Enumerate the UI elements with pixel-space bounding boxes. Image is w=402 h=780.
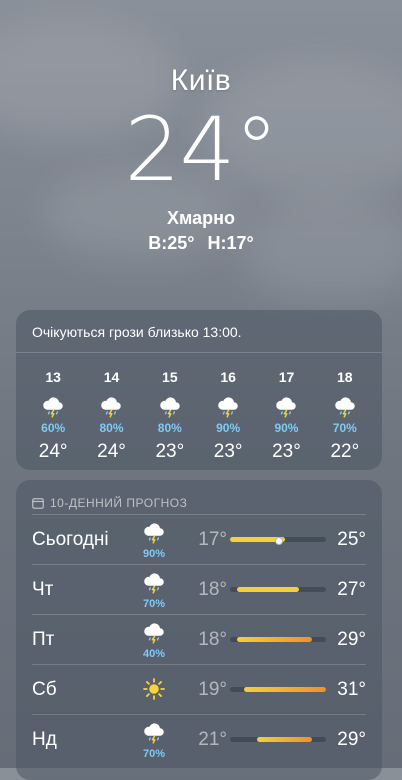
hour-label: 18 (337, 369, 353, 385)
hour-item: 17 90% 23° (257, 369, 315, 463)
sun-icon (136, 677, 172, 706)
day-label: Пт (32, 629, 55, 650)
hour-temperature: 23° (213, 441, 243, 462)
city-name: Київ (170, 64, 232, 97)
precip-chance: 70% (332, 421, 357, 435)
storm-alert-text: Очікуються грози близько 13:00. (16, 310, 382, 353)
current-temperature-indicator (275, 536, 283, 545)
thunderstorm-cloud-icon (136, 719, 172, 750)
high-temperature: 25° (337, 529, 366, 550)
temperature-range-fill (243, 687, 326, 692)
hourly-list[interactable]: 13 60% 24° 14 80% 24° 15 80% 23° 16 90% … (16, 369, 382, 463)
precip-chance: 60% (41, 421, 66, 435)
low-temperature: 18° (198, 579, 227, 600)
hour-temperature: 24° (97, 441, 126, 462)
temperature-range-bar (230, 587, 326, 592)
hour-item: 13 60% 24° (24, 369, 82, 463)
high-temperature: 31° (337, 679, 366, 700)
thunderstorm-cloud-icon (316, 391, 374, 419)
hour-label: 13 (45, 369, 61, 385)
hour-label: 17 (278, 369, 295, 385)
thunderstorm-cloud-icon (82, 391, 140, 419)
day-label: Чт (32, 579, 54, 600)
high-temperature: 29° (337, 629, 366, 650)
temperature-range-fill (236, 637, 313, 642)
hour-label: 16 (220, 369, 236, 385)
current-weather-header: Київ 24° Хмарно В:25° Н:17° (0, 64, 402, 254)
temperature-range-bar (230, 536, 326, 545)
weather-condition: Хмарно (167, 208, 235, 228)
temperature-range-fill (236, 587, 299, 592)
day-row[interactable]: Сб 19° 31° (32, 664, 366, 714)
thunderstorm-cloud-icon (136, 619, 172, 650)
low-temperature: Н:17° (207, 233, 254, 253)
day-row[interactable]: Пт 40% 18° 29° (32, 614, 366, 664)
day-label: Нд (32, 729, 57, 750)
hour-label: 14 (103, 369, 120, 385)
precip-chance: 90% (216, 421, 241, 435)
high-low-temperatures: В:25° Н:17° (0, 233, 402, 254)
temperature-range-bar (230, 737, 326, 742)
day-row[interactable]: Нд 70% 21° 29° (32, 714, 366, 764)
hourly-forecast-card[interactable]: Очікуються грози близько 13:00. 13 60% 2… (16, 310, 382, 470)
calendar-icon (32, 498, 44, 509)
day-row[interactable]: Сьогодні 90% 17° 25° (32, 514, 366, 564)
temperature-range-bar (230, 687, 326, 692)
hour-temperature: 24° (38, 441, 68, 462)
precip-chance: 80% (99, 421, 124, 435)
day-row[interactable]: Чт 70% 18° 27° (32, 564, 366, 614)
low-temperature: 21° (198, 729, 227, 750)
low-temperature: 19° (198, 679, 227, 700)
hour-temperature: 23° (155, 441, 185, 462)
thunderstorm-cloud-icon (24, 391, 82, 419)
high-temperature: В:25° (148, 233, 195, 253)
thunderstorm-cloud-icon (257, 391, 315, 419)
ten-day-forecast-header: 10-ДЕННИЙ ПРОГНОЗ (16, 480, 382, 514)
temperature-range-bar (230, 637, 326, 642)
hour-item: 18 70% 22° (316, 369, 374, 463)
thunderstorm-cloud-icon (199, 391, 257, 419)
hour-item: 15 80% 23° (141, 369, 199, 463)
thunderstorm-cloud-icon (136, 519, 172, 550)
low-temperature: 17° (198, 529, 227, 550)
hour-temperature: 23° (272, 441, 301, 462)
ten-day-forecast-title: 10-ДЕННИЙ ПРОГНОЗ (50, 496, 188, 510)
current-temperature: 24° (124, 98, 279, 201)
hour-item: 14 80% 24° (82, 369, 140, 463)
hour-item: 16 90% 23° (199, 369, 257, 463)
precip-chance: 90% (274, 421, 299, 435)
temperature-range-fill (257, 737, 313, 742)
ten-day-forecast-card[interactable]: 10-ДЕННИЙ ПРОГНОЗ Сьогодні 90% 17° 25° Ч… (16, 480, 382, 780)
hour-temperature: 22° (330, 441, 360, 462)
thunderstorm-cloud-icon (141, 391, 199, 419)
low-temperature: 18° (198, 629, 227, 650)
thunderstorm-cloud-icon (136, 569, 172, 600)
hour-label: 15 (162, 369, 178, 385)
day-label: Сьогодні (32, 529, 109, 550)
high-temperature: 29° (337, 729, 366, 750)
day-label: Сб (32, 679, 57, 700)
precip-chance: 80% (157, 421, 182, 435)
high-temperature: 27° (337, 579, 366, 600)
